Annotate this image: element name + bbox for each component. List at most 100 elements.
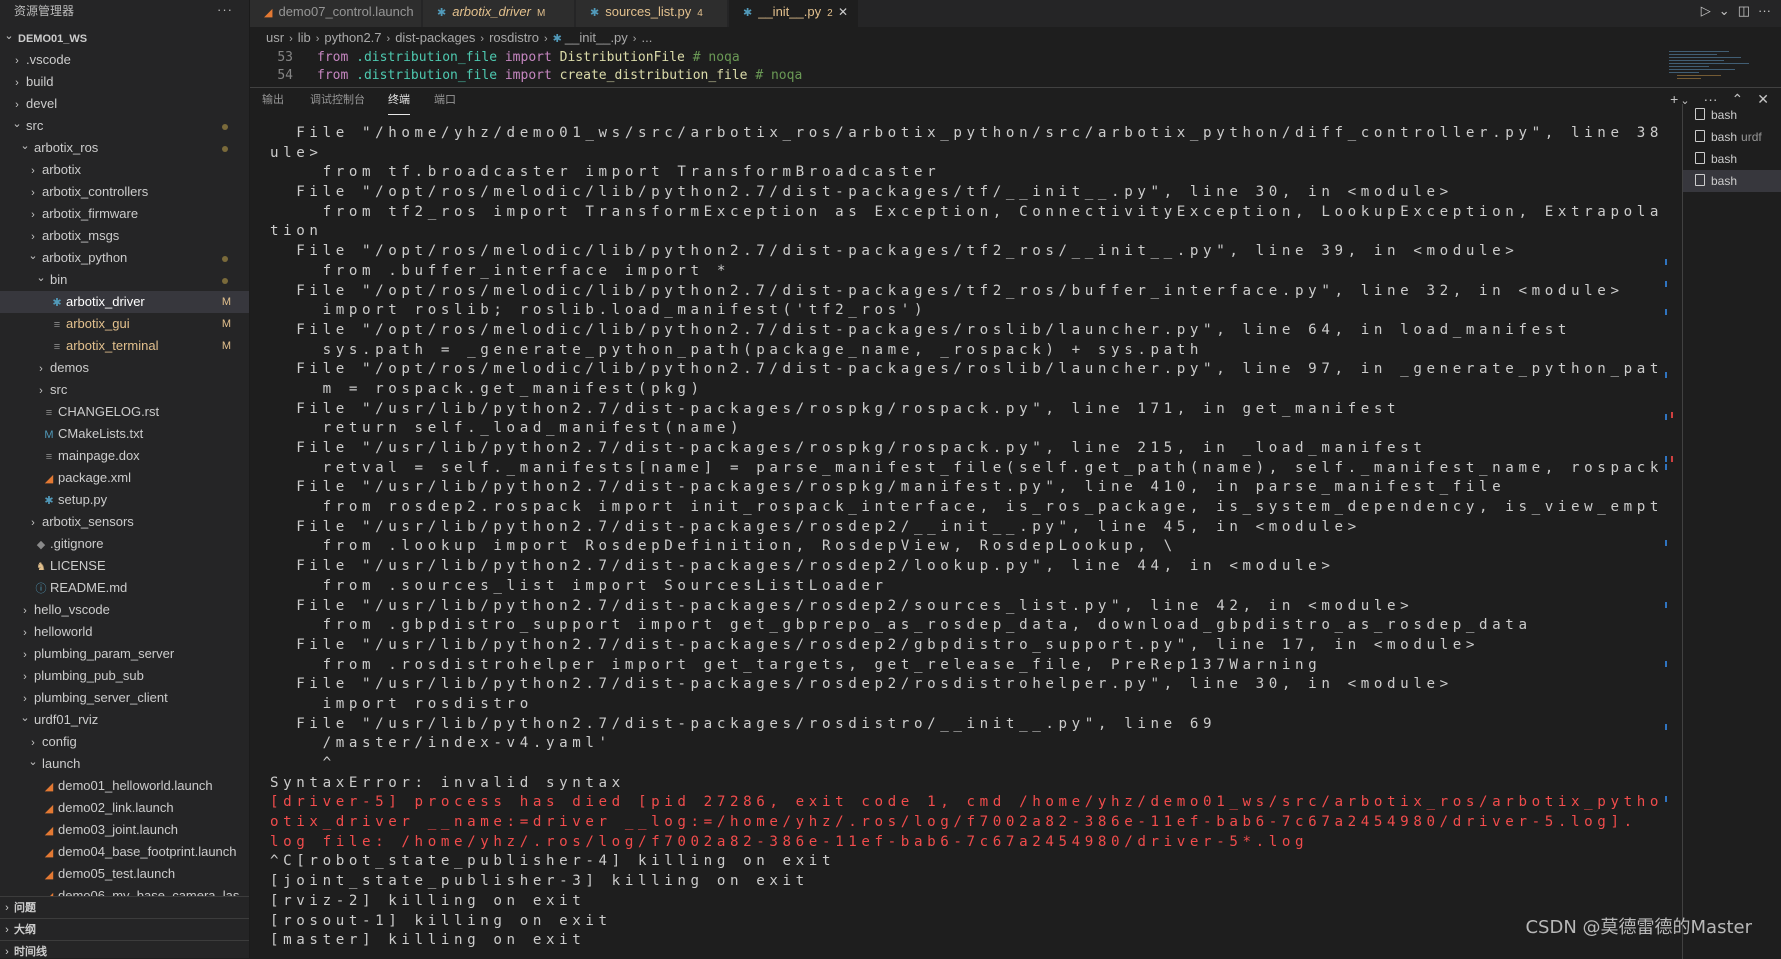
tree-item[interactable]: › plumbing_pub_sub [0, 665, 249, 687]
chevron-right-icon[interactable]: › [28, 204, 38, 225]
code-editor[interactable]: 53 from .distribution_file import Distrib… [250, 49, 1670, 87]
editor-tab[interactable]: ✱ arbotix_driver M [423, 0, 575, 27]
tree-item[interactable]: ◆ .gitignore [0, 533, 249, 555]
tree-item[interactable]: ⌄ launch [0, 753, 249, 775]
terminal-output[interactable]: File "/home/yhz/demo01_ws/src/arbotix_ro… [270, 124, 1660, 959]
tree-item[interactable]: ◢ demo03_joint.launch [0, 819, 249, 841]
breadcrumb-item[interactable]: rosdistro [489, 30, 539, 45]
panel-tab[interactable]: 输出 [262, 88, 284, 114]
chevron-right-icon[interactable]: › [28, 182, 38, 203]
chevron-down-icon[interactable]: ⌄ [28, 247, 38, 267]
tree-item[interactable]: ✱ setup.py [0, 489, 249, 511]
tree-item[interactable]: › hello_vscode [0, 599, 249, 621]
chevron-right-icon[interactable]: › [0, 919, 14, 941]
panel-tab[interactable]: 调试控制台 [310, 88, 365, 114]
breadcrumb-item[interactable]: lib [298, 30, 311, 45]
terminal-scrollbar[interactable] [1665, 124, 1677, 959]
tree-item[interactable]: ≡ mainpage.dox [0, 445, 249, 467]
breadcrumb-item[interactable]: ... [641, 30, 652, 45]
tree-item[interactable]: › config [0, 731, 249, 753]
sidebar-section-1[interactable]: › 大纲 [0, 918, 249, 941]
terminal-instance[interactable]: bash [1683, 170, 1781, 192]
tree-item[interactable]: ✱ arbotix_driver M [0, 291, 249, 313]
tree-item[interactable]: › arbotix_firmware [0, 203, 249, 225]
terminal-instance[interactable]: bash urdf [1683, 126, 1781, 148]
breadcrumb-item[interactable]: dist-packages [395, 30, 475, 45]
chevron-right-icon[interactable]: › [0, 941, 14, 958]
chevron-right-icon[interactable]: › [36, 358, 46, 379]
more-icon[interactable]: ··· [1758, 3, 1771, 18]
tree-item[interactable]: ⌄ src [0, 115, 249, 137]
tree-item[interactable]: › src [0, 379, 249, 401]
tree-item[interactable]: › plumbing_server_client [0, 687, 249, 709]
tree-item[interactable]: ♞ LICENSE [0, 555, 249, 577]
tree-item[interactable]: › build [0, 71, 249, 93]
sidebar-section-2[interactable]: › 时间线 [0, 940, 249, 958]
chevron-right-icon[interactable]: › [28, 732, 38, 753]
tree-item[interactable]: ◢ demo05_test.launch [0, 863, 249, 885]
tree-item[interactable]: › arbotix_msgs [0, 225, 249, 247]
tree-item[interactable]: ◢ package.xml [0, 467, 249, 489]
chevron-down-icon[interactable]: ⌄ [28, 753, 38, 773]
chevron-down-icon[interactable]: ⌄ [20, 137, 30, 157]
tree-item[interactable]: › arbotix_sensors [0, 511, 249, 533]
tree-item[interactable]: ◢ demo01_helloworld.launch [0, 775, 249, 797]
editor-tab[interactable]: ◢ demo07_control.launch [250, 0, 422, 27]
tree-item[interactable]: › arbotix [0, 159, 249, 181]
editor-tab[interactable]: ✱ sources_list.py 4 [576, 0, 728, 27]
terminal-line: File "/usr/lib/python2.7/dist-packages/r… [270, 518, 1361, 535]
tree-item[interactable]: ⌄ arbotix_python [0, 247, 249, 269]
chevron-right-icon[interactable]: › [20, 666, 30, 687]
new-terminal-icon[interactable]: + [1670, 91, 1678, 107]
tree-item[interactable]: › demos [0, 357, 249, 379]
editor-tab[interactable]: ✱ __init__.py 2 ✕ [729, 0, 859, 27]
tree-item[interactable]: › helloworld [0, 621, 249, 643]
tree-item[interactable]: › devel [0, 93, 249, 115]
split-editor-icon[interactable]: ◫ [1738, 3, 1750, 18]
chevron-right-icon[interactable]: › [12, 72, 22, 93]
tree-item[interactable]: ≡ arbotix_gui M [0, 313, 249, 335]
chevron-right-icon[interactable]: › [12, 94, 22, 115]
chevron-right-icon[interactable]: › [28, 512, 38, 533]
chevron-right-icon[interactable]: › [20, 600, 30, 621]
terminal-instance[interactable]: bash [1683, 148, 1781, 170]
chevron-down-icon[interactable]: ⌄ [20, 709, 30, 729]
tree-item[interactable]: ⌄ bin [0, 269, 249, 291]
chevron-right-icon[interactable]: › [20, 688, 30, 709]
run-icon[interactable]: ▷ [1701, 3, 1711, 18]
close-icon[interactable]: ✕ [838, 0, 848, 24]
run-menu-icon[interactable]: ⌄ [1719, 3, 1730, 18]
tree-item[interactable]: ◢ demo04_base_footprint.launch [0, 841, 249, 863]
chevron-right-icon[interactable]: › [20, 622, 30, 643]
tree-item[interactable]: M CMakeLists.txt [0, 423, 249, 445]
breadcrumb-item[interactable]: __init__.py [565, 30, 628, 45]
panel-tab[interactable]: 端口 [434, 88, 456, 114]
tree-item[interactable]: › plumbing_param_server [0, 643, 249, 665]
panel-tab[interactable]: 终端 [388, 88, 410, 115]
chevron-right-icon[interactable]: › [20, 644, 30, 665]
explorer-more-icon[interactable]: ··· [217, 0, 233, 21]
tree-item[interactable]: ⌄ urdf01_rviz [0, 709, 249, 731]
tree-item[interactable]: ⌄ arbotix_ros [0, 137, 249, 159]
tree-item[interactable]: ⌄ DEMO01_WS [0, 27, 249, 49]
chevron-right-icon[interactable]: › [12, 50, 22, 71]
chevron-right-icon[interactable]: › [28, 226, 38, 247]
chevron-right-icon[interactable]: › [0, 897, 14, 919]
terminal-instance[interactable]: bash [1683, 104, 1781, 126]
tree-item[interactable]: ⓘ README.md [0, 577, 249, 599]
tree-item[interactable]: › .vscode [0, 49, 249, 71]
breadcrumb-item[interactable]: usr [266, 30, 284, 45]
imported-name: create_distribution_file [559, 68, 748, 83]
chevron-right-icon[interactable]: › [28, 160, 38, 181]
tree-item[interactable]: ◢ demo02_link.launch [0, 797, 249, 819]
chevron-down-icon[interactable]: ⌄ [36, 269, 46, 289]
breadcrumb-item[interactable]: python2.7 [324, 30, 381, 45]
minimap[interactable] [1667, 49, 1777, 85]
tree-item[interactable]: ≡ CHANGELOG.rst [0, 401, 249, 423]
sidebar-section-0[interactable]: › 问题 [0, 896, 249, 919]
chevron-down-icon[interactable]: ⌄ [12, 115, 22, 135]
tree-item[interactable]: ≡ arbotix_terminal M [0, 335, 249, 357]
chevron-right-icon[interactable]: › [36, 380, 46, 401]
tree-item[interactable]: › arbotix_controllers [0, 181, 249, 203]
chevron-down-icon[interactable]: ⌄ [4, 27, 14, 47]
